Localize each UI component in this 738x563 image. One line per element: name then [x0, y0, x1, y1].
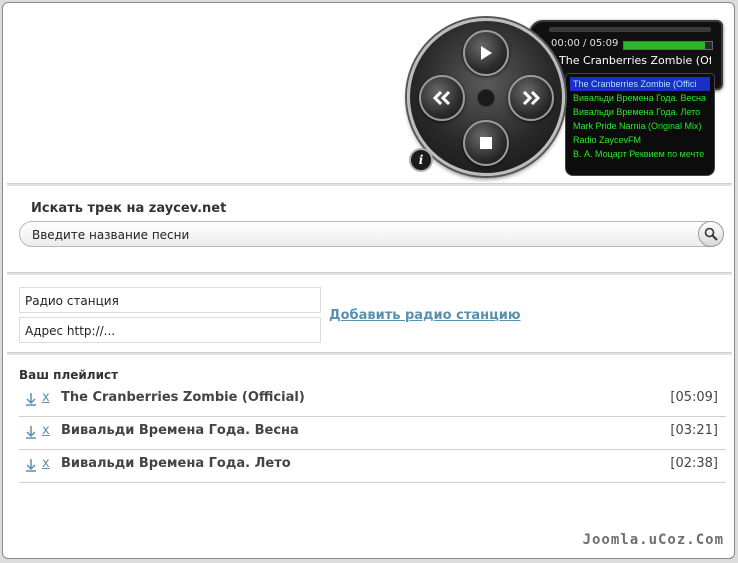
info-button[interactable]: i: [409, 148, 433, 172]
radio-address-field: [19, 317, 321, 343]
track-name[interactable]: Вивальди Времена Года. Весна: [61, 423, 299, 438]
track-duration: [03:21]: [670, 423, 718, 438]
remove-track-link[interactable]: x: [42, 390, 50, 405]
fast-forward-icon: [522, 91, 541, 105]
wheel-center: [477, 89, 495, 107]
time-display: 00:00 / 05:09: [551, 38, 619, 49]
remove-track-link[interactable]: x: [42, 456, 50, 471]
progress-bar[interactable]: [623, 41, 713, 50]
search-input[interactable]: [30, 225, 684, 245]
track-duration: [02:38]: [670, 456, 718, 471]
search-button[interactable]: [698, 221, 724, 247]
radio-address-input[interactable]: [23, 321, 317, 341]
play-icon: [481, 46, 492, 60]
player-playlist-item[interactable]: В. А. Моцарт Реквием по мечте: [566, 147, 714, 161]
stop-button[interactable]: [463, 120, 509, 166]
previous-button[interactable]: [419, 75, 465, 121]
display-top-bar: [549, 27, 711, 32]
search-title: Искать трек на zaycev.net: [31, 201, 227, 216]
radio-station-field: [19, 287, 321, 313]
next-button[interactable]: [508, 75, 554, 121]
player-playlist-item[interactable]: Radio ZaycevFM: [566, 133, 714, 147]
track-name[interactable]: Вивальди Времена Года. Лето: [61, 456, 291, 471]
remove-track-link[interactable]: x: [42, 423, 50, 438]
stop-icon: [480, 137, 492, 149]
progress-fill: [624, 42, 705, 49]
track-name[interactable]: The Cranberries Zombie (Official): [61, 390, 305, 405]
current-song-title: The Cranberries Zombie (Official: [559, 54, 711, 67]
download-arrow-icon[interactable]: [25, 458, 37, 472]
radio-station-input[interactable]: [23, 291, 317, 311]
divider: [7, 183, 732, 186]
main-frame: 00:00 / 05:09 The Cranberries Zombie (Of…: [2, 2, 735, 559]
player-playlist-item[interactable]: The Cranberries Zombie (Offici: [570, 77, 710, 91]
add-radio-station-link[interactable]: Добавить радио станцию: [329, 308, 521, 323]
track-duration: [05:09]: [670, 390, 718, 405]
playlist-title: Ваш плейлист: [19, 368, 119, 382]
player-playlist: The Cranberries Zombie (Offici Вивальди …: [565, 73, 715, 176]
download-arrow-icon[interactable]: [25, 392, 37, 406]
search-box: [19, 221, 724, 247]
rewind-icon: [432, 91, 451, 105]
player-playlist-item[interactable]: Вивальди Времена Года. Весна: [566, 91, 714, 105]
play-button[interactable]: [463, 30, 509, 76]
playlist-row: x Вивальди Времена Года. Лето [02:38]: [19, 450, 726, 483]
player-playlist-item[interactable]: Mark Pride Narnia (Original Mix): [566, 119, 714, 133]
divider: [7, 352, 732, 355]
download-arrow-icon[interactable]: [25, 425, 37, 439]
media-player: 00:00 / 05:09 The Cranberries Zombie (Of…: [407, 18, 723, 178]
player-playlist-item[interactable]: Вивальди Времена Года. Лето: [566, 105, 714, 119]
playlist-row: x Вивальди Времена Года. Весна [03:21]: [19, 417, 726, 450]
playlist-row: x The Cranberries Zombie (Official) [05:…: [19, 384, 726, 417]
watermark: Joomla.uCoz.Com: [582, 532, 724, 548]
divider: [7, 272, 732, 275]
magnifier-icon: [704, 227, 718, 241]
